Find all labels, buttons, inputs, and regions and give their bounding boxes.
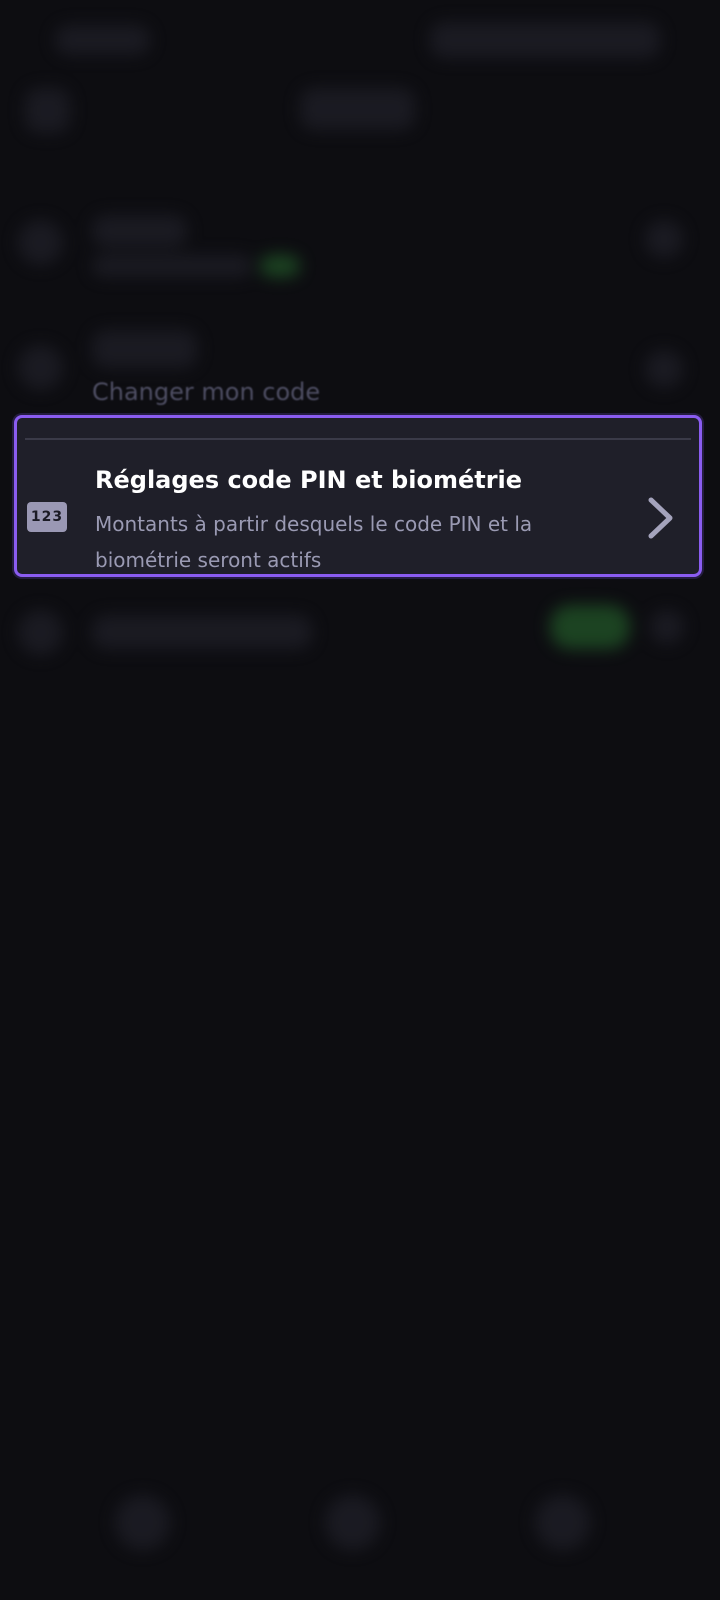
status-bar-left-blob xyxy=(55,25,150,55)
row1-subtitle-blob xyxy=(92,255,252,277)
row4-toggle-blob xyxy=(550,605,630,649)
back-button-blob xyxy=(25,88,70,133)
row1-status-blob xyxy=(260,255,300,277)
row4-icon-blob xyxy=(18,610,63,655)
nav-item-3-blob xyxy=(535,1495,590,1550)
row-divider xyxy=(25,438,691,440)
header-title-blob xyxy=(300,88,415,130)
row2-chevron-blob xyxy=(645,350,683,388)
row1-chevron-blob xyxy=(645,220,683,258)
row2-icon-blob xyxy=(18,345,63,390)
blurred-background xyxy=(0,0,720,1600)
pin-settings-title: Réglages code PIN et biométrie xyxy=(95,466,523,494)
row1-title-blob xyxy=(92,215,187,247)
pin-settings-subtitle: Montants à partir desquels le code PIN e… xyxy=(95,512,533,572)
pin-biometrics-settings-item[interactable]: 123 Réglages code PIN et biométrie Monta… xyxy=(14,415,702,577)
row4-title-blob xyxy=(92,615,312,649)
change-code-subtitle: Changer mon code xyxy=(92,378,321,406)
pin-icon-label: 123 xyxy=(30,509,64,525)
status-bar-right-blob xyxy=(430,22,660,58)
row4-chevron-blob xyxy=(650,610,684,644)
nav-item-2-blob xyxy=(325,1495,380,1550)
chevron-right-icon xyxy=(648,497,673,539)
nav-item-1-blob xyxy=(115,1495,170,1550)
row2-title-blob xyxy=(92,330,197,368)
row1-icon-blob xyxy=(18,220,63,265)
keypad-123-icon: 123 xyxy=(27,502,67,532)
